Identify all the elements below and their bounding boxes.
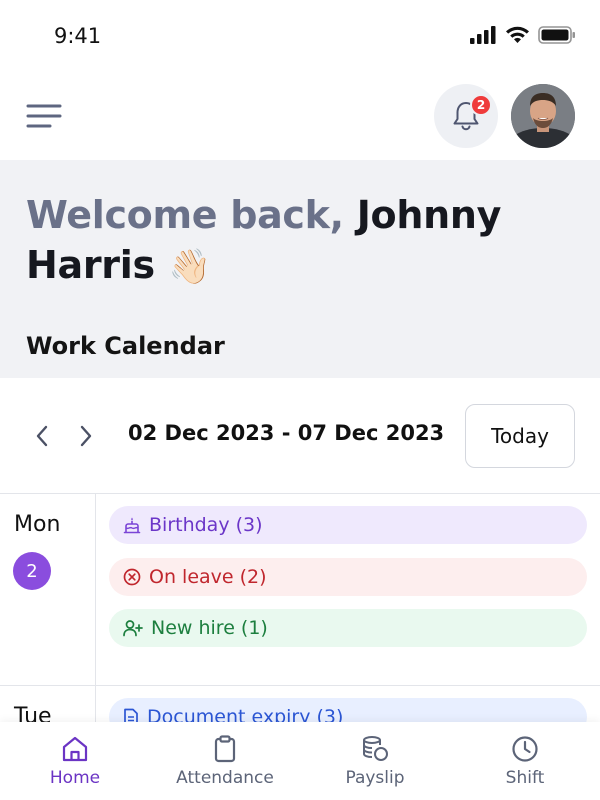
chevron-left-icon xyxy=(36,425,48,447)
cellular-signal-icon xyxy=(470,26,496,44)
menu-button[interactable] xyxy=(24,100,64,132)
day-number-badge: 2 xyxy=(13,552,51,590)
status-icons xyxy=(470,26,576,44)
hamburger-menu-icon xyxy=(26,104,62,128)
nav-label: Home xyxy=(49,768,101,788)
chevron-right-icon xyxy=(80,425,92,447)
nav-item-attendance[interactable]: Attendance xyxy=(150,722,300,800)
event-label: On leave (2) xyxy=(149,566,267,588)
event-label: New hire (1) xyxy=(151,617,268,639)
nav-label: Attendance xyxy=(176,768,274,788)
next-week-button[interactable] xyxy=(75,422,97,450)
cake-icon xyxy=(123,517,141,534)
nav-item-home[interactable]: Home xyxy=(0,722,150,800)
date-range-label: 02 Dec 2023 - 07 Dec 2023 xyxy=(128,421,445,445)
nav-label: Shift xyxy=(505,768,545,788)
battery-icon xyxy=(538,26,575,44)
clipboard-icon xyxy=(214,735,236,763)
app-header: 2 xyxy=(0,74,600,160)
welcome-greeting: Welcome back, xyxy=(26,193,344,237)
welcome-section: Welcome back, Johnny Harris 👋🏻 Work Calen… xyxy=(0,160,600,378)
user-avatar[interactable] xyxy=(511,84,575,148)
notification-badge: 2 xyxy=(470,94,492,116)
date-navigation: 02 Dec 2023 - 07 Dec 2023 Today xyxy=(0,378,600,494)
x-circle-icon xyxy=(123,568,141,586)
work-calendar-title: Work Calendar xyxy=(26,332,225,360)
status-bar: 9:41 xyxy=(0,0,600,74)
user-plus-icon xyxy=(123,620,143,637)
previous-week-button[interactable] xyxy=(31,422,53,450)
home-icon xyxy=(62,736,88,762)
bottom-navigation: Home Attendance Payslip Shift xyxy=(0,722,600,800)
clock-icon xyxy=(512,736,538,762)
welcome-heading: Welcome back, Johnny Harris 👋🏻 xyxy=(26,190,566,292)
status-time: 9:41 xyxy=(54,24,102,48)
nav-item-shift[interactable]: Shift xyxy=(450,722,600,800)
event-new-hire[interactable]: New hire (1) xyxy=(109,609,587,647)
nav-label: Payslip xyxy=(345,768,405,788)
day-column: Mon 2 xyxy=(0,494,96,685)
avatar-photo xyxy=(511,84,575,148)
calendar-day-row: Mon 2 Birthday (3) On leave (2) New hire… xyxy=(0,494,600,686)
event-birthday[interactable]: Birthday (3) xyxy=(109,506,587,544)
event-label: Birthday (3) xyxy=(149,514,263,536)
nav-item-payslip[interactable]: Payslip xyxy=(300,722,450,800)
coins-icon xyxy=(363,736,388,761)
wifi-icon xyxy=(506,26,529,43)
today-button[interactable]: Today xyxy=(465,404,575,468)
waving-hand-emoji: 👋🏻 xyxy=(168,247,211,287)
event-on-leave[interactable]: On leave (2) xyxy=(109,558,587,596)
day-label: Mon xyxy=(14,512,61,537)
notifications-button[interactable]: 2 xyxy=(434,84,498,148)
